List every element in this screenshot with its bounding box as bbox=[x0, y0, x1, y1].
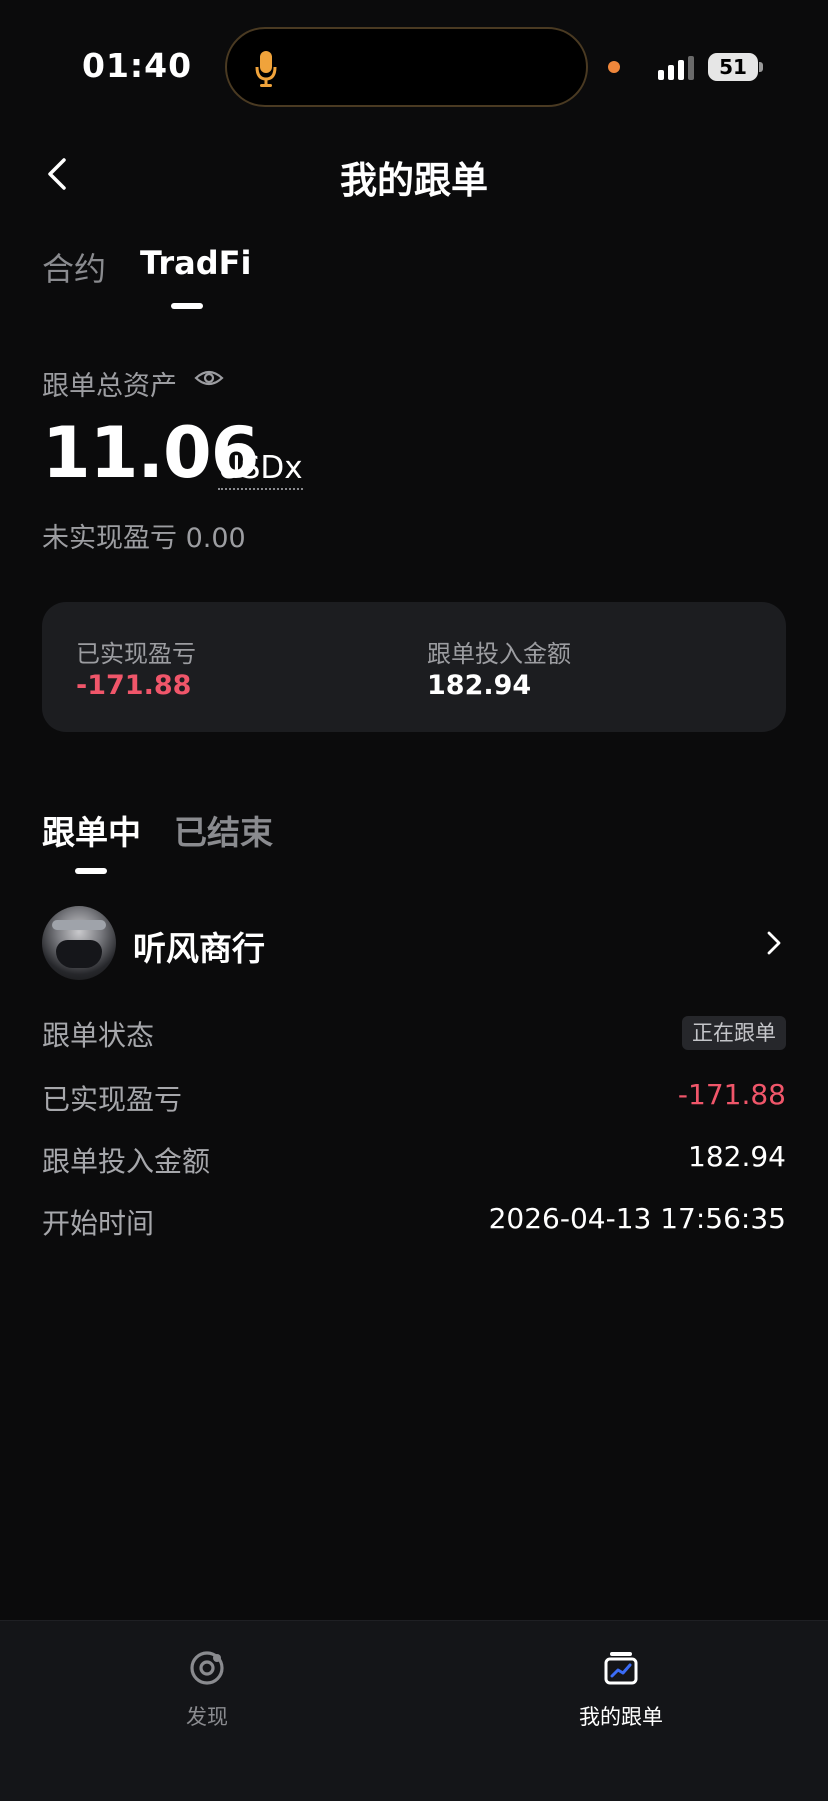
tab-following-indicator bbox=[75, 868, 107, 874]
tab-futures[interactable]: 合约 bbox=[42, 244, 106, 290]
nav-my-copy-trading[interactable]: 我的跟单 bbox=[541, 1649, 701, 1731]
copy-trading-page: 01:40 51 我的跟单 合约 TradFi 跟单总资产 11.06 USDx… bbox=[0, 0, 828, 1801]
detail-invested-label: 跟单投入金额 bbox=[42, 1145, 211, 1178]
invested-amount-value: 182.94 bbox=[427, 670, 532, 701]
battery-tip bbox=[759, 62, 763, 72]
detail-invested-value: 182.94 bbox=[688, 1140, 786, 1173]
dynamic-island bbox=[225, 27, 588, 107]
tab-ended[interactable]: 已结束 bbox=[174, 806, 273, 854]
my-copy-trading-icon bbox=[604, 1652, 638, 1685]
cellular-signal-icon bbox=[658, 56, 694, 80]
start-time-value: 2026-04-13 17:56:35 bbox=[488, 1202, 786, 1235]
asset-unit[interactable]: USDx bbox=[218, 450, 303, 490]
status-badge: 正在跟单 bbox=[682, 1016, 786, 1050]
trader-name[interactable]: 听风商行 bbox=[133, 922, 265, 970]
unrealized-pnl: 未实现盈亏 0.00 bbox=[42, 523, 246, 554]
invested-amount-label: 跟单投入金额 bbox=[427, 640, 571, 668]
summary-card: 已实现盈亏 -171.88 跟单投入金额 182.94 bbox=[42, 602, 786, 732]
detail-realized-pnl-label: 已实现盈亏 bbox=[42, 1083, 183, 1116]
battery-icon: 51 bbox=[708, 53, 758, 81]
chevron-right-icon[interactable] bbox=[766, 930, 782, 956]
tab-following[interactable]: 跟单中 bbox=[42, 806, 141, 854]
realized-pnl-value: -171.88 bbox=[76, 670, 192, 701]
eye-icon[interactable] bbox=[194, 366, 224, 390]
page-title: 我的跟单 bbox=[340, 159, 488, 202]
nav-my-copy-trading-label: 我的跟单 bbox=[579, 1705, 663, 1729]
total-assets-label: 跟单总资产 bbox=[42, 371, 177, 402]
status-time: 01:40 bbox=[82, 46, 193, 85]
tab-tradfi-indicator bbox=[171, 303, 203, 309]
microphone-icon bbox=[255, 51, 277, 87]
discover-icon bbox=[190, 1651, 224, 1685]
follow-status-label: 跟单状态 bbox=[42, 1019, 155, 1052]
nav-discover[interactable]: 发现 bbox=[127, 1649, 287, 1731]
recording-indicator-dot bbox=[608, 61, 620, 73]
nav-discover-label: 发现 bbox=[186, 1705, 228, 1729]
start-time-label: 开始时间 bbox=[42, 1207, 155, 1240]
realized-pnl-label: 已实现盈亏 bbox=[76, 640, 196, 668]
detail-realized-pnl-value: -171.88 bbox=[677, 1078, 786, 1111]
tab-tradfi[interactable]: TradFi bbox=[140, 244, 251, 282]
bottom-nav: 发现 我的跟单 bbox=[0, 1620, 828, 1801]
avatar[interactable] bbox=[42, 906, 116, 980]
